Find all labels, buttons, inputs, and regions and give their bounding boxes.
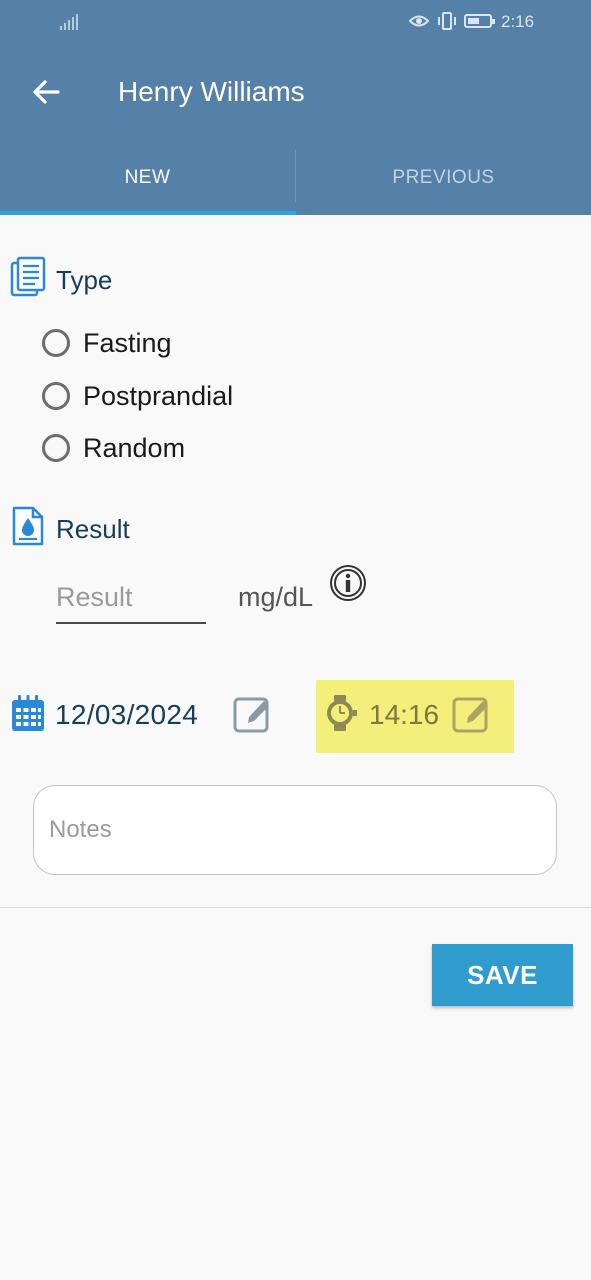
time-value: 14:16 bbox=[369, 699, 440, 730]
radio-postprandial-label: Postprandial bbox=[83, 380, 234, 411]
date-value: 12/03/2024 bbox=[55, 699, 199, 730]
section-divider bbox=[0, 907, 591, 908]
calendar-icon bbox=[12, 695, 44, 731]
blood-drop-document-icon bbox=[12, 506, 44, 546]
page-title: Henry Williams bbox=[118, 76, 305, 107]
type-label: Type bbox=[56, 265, 113, 295]
radio-circle[interactable] bbox=[42, 434, 70, 462]
battery-icon bbox=[464, 14, 495, 28]
radio-circle[interactable] bbox=[42, 382, 70, 410]
back-arrow-icon[interactable] bbox=[28, 74, 64, 110]
watch-icon bbox=[327, 695, 357, 731]
tab-previous[interactable]: PREVIOUS bbox=[296, 150, 591, 215]
vibrate-icon bbox=[438, 12, 456, 30]
tab-new[interactable]: NEW bbox=[0, 150, 295, 215]
tab-new-label: NEW bbox=[124, 167, 171, 188]
unit-label: mg/dL bbox=[238, 582, 314, 612]
notes-input[interactable] bbox=[33, 785, 557, 875]
radio-fasting-label: Fasting bbox=[83, 327, 172, 358]
radio-random[interactable]: Random bbox=[42, 428, 185, 468]
result-label: Result bbox=[56, 514, 130, 544]
info-icon[interactable] bbox=[329, 564, 367, 602]
app-bar: 2:16 Henry Williams NEW PREVIOUS bbox=[0, 0, 591, 215]
radio-random-label: Random bbox=[83, 432, 186, 463]
edit-date-icon[interactable] bbox=[233, 693, 273, 733]
radio-postprandial[interactable]: Postprandial bbox=[42, 376, 233, 416]
status-time: 2:16 bbox=[501, 12, 535, 31]
document-list-icon bbox=[10, 256, 46, 297]
edit-time-icon[interactable] bbox=[452, 693, 492, 733]
tab-previous-label: PREVIOUS bbox=[392, 167, 495, 188]
eye-comfort-icon bbox=[409, 15, 429, 27]
signal-icon bbox=[60, 12, 78, 30]
radio-circle[interactable] bbox=[42, 329, 70, 357]
tab-indicator bbox=[0, 211, 296, 215]
status-bar: 2:16 bbox=[0, 0, 591, 46]
result-input[interactable] bbox=[56, 572, 206, 624]
radio-fasting[interactable]: Fasting bbox=[42, 323, 172, 363]
save-button[interactable]: SAVE bbox=[432, 944, 573, 1006]
